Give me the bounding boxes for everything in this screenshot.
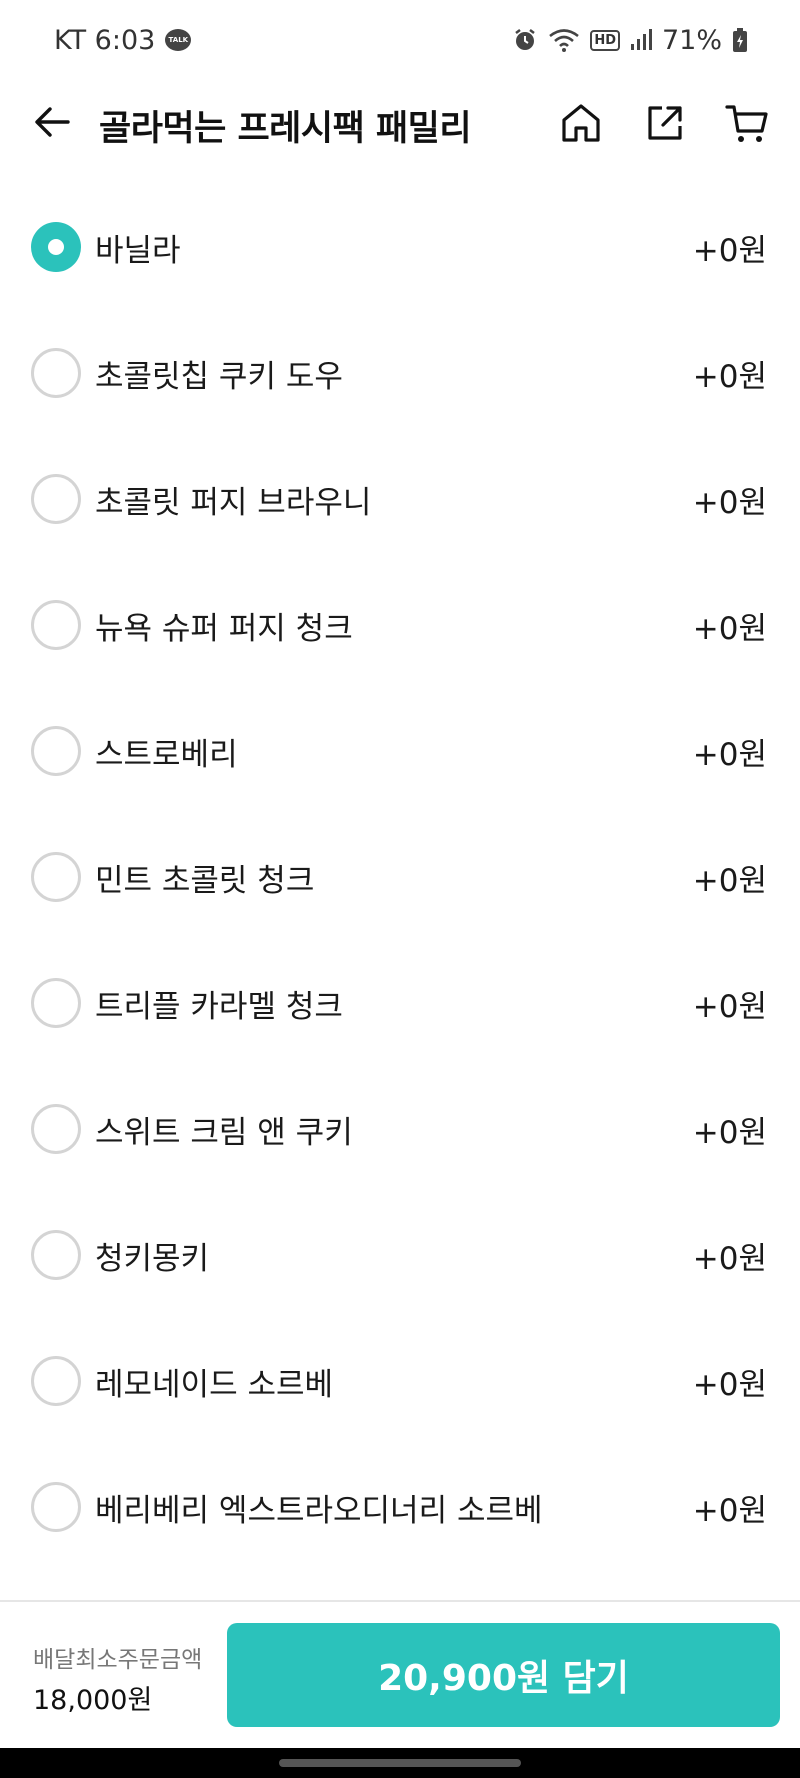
flavor-option[interactable]: 청키몽키 +0원 [0, 1191, 800, 1317]
flavor-option[interactable]: 스위트 크림 앤 쿠키 +0원 [0, 1065, 800, 1191]
battery-icon [732, 27, 748, 53]
radio-button[interactable] [31, 1482, 81, 1532]
option-label: 민트 초콜릿 청크 [95, 863, 315, 899]
option-label: 초콜릿 퍼지 브라우니 [95, 485, 372, 521]
flavor-option[interactable]: 트리플 카라멜 청크 +0원 [0, 939, 800, 1065]
system-nav-bar [0, 1748, 800, 1778]
status-left: KT 6:03 TALK [54, 24, 192, 56]
flavor-option[interactable]: 바닐라 +0원 [0, 183, 800, 309]
min-order-value: 18,000원 [33, 1685, 153, 1716]
radio-button[interactable] [31, 1104, 81, 1154]
option-price: +0원 [692, 863, 767, 899]
home-indicator[interactable] [279, 1759, 521, 1767]
flavor-option[interactable]: 초콜릿 퍼지 브라우니 +0원 [0, 435, 800, 561]
option-price: +0원 [692, 359, 767, 395]
option-price: +0원 [692, 1493, 767, 1529]
option-label: 초콜릿칩 쿠키 도우 [95, 359, 343, 395]
option-label: 청키몽키 [95, 1241, 210, 1277]
app-header: 골라먹는 프레시팩 패밀리 [0, 80, 800, 170]
share-icon [644, 102, 686, 148]
back-arrow-icon [32, 102, 72, 146]
option-label: 뉴욕 슈퍼 퍼지 청크 [95, 611, 353, 647]
status-right: HD 71% [512, 25, 748, 56]
back-button[interactable] [30, 102, 74, 146]
page-title: 골라먹는 프레시팩 패밀리 [99, 109, 472, 149]
option-price: +0원 [692, 1115, 767, 1151]
battery-percent: 71% [661, 24, 722, 56]
radio-button[interactable] [31, 852, 81, 902]
option-price: +0원 [692, 737, 767, 773]
option-label: 레모네이드 소르베 [95, 1367, 334, 1403]
option-price: +0원 [692, 485, 767, 521]
flavor-option[interactable]: 레모네이드 소르베 +0원 [0, 1317, 800, 1443]
option-price: +0원 [692, 233, 767, 269]
option-label: 베리베리 엑스트라오디너리 소르베 [95, 1493, 543, 1529]
radio-button[interactable] [31, 222, 81, 272]
flavor-option[interactable]: 초콜릿칩 쿠키 도우 +0원 [0, 309, 800, 435]
option-price: +0원 [692, 1367, 767, 1403]
signal-icon [630, 29, 652, 51]
radio-button[interactable] [31, 600, 81, 650]
alarm-icon [512, 27, 538, 53]
flavor-option-list: 바닐라 +0원 초콜릿칩 쿠키 도우 +0원 초콜릿 퍼지 브라우니 +0원 뉴… [0, 183, 800, 1569]
option-price: +0원 [692, 611, 767, 647]
option-label: 스위트 크림 앤 쿠키 [95, 1115, 353, 1151]
radio-button[interactable] [31, 726, 81, 776]
option-price: +0원 [692, 989, 767, 1025]
share-button[interactable] [640, 100, 690, 150]
flavor-option[interactable]: 스트로베리 +0원 [0, 687, 800, 813]
flavor-option[interactable]: 뉴욕 슈퍼 퍼지 청크 +0원 [0, 561, 800, 687]
home-icon [560, 102, 602, 148]
min-order-label: 배달최소주문금액 [33, 1647, 203, 1673]
flavor-option[interactable]: 베리베리 엑스트라오디너리 소르베 +0원 [0, 1443, 800, 1569]
home-button[interactable] [556, 100, 606, 150]
add-to-cart-button[interactable]: 20,900원 담기 [227, 1623, 780, 1727]
carrier-time: KT 6:03 [54, 24, 156, 56]
wifi-icon [548, 27, 580, 53]
flavor-option[interactable]: 민트 초콜릿 청크 +0원 [0, 813, 800, 939]
talk-icon: TALK [165, 29, 192, 51]
option-label: 트리플 카라멜 청크 [95, 989, 343, 1025]
hd-icon: HD [590, 29, 620, 51]
cart-button[interactable] [722, 100, 772, 150]
radio-button[interactable] [31, 348, 81, 398]
radio-button[interactable] [31, 474, 81, 524]
option-label: 스트로베리 [95, 737, 238, 773]
radio-button[interactable] [31, 978, 81, 1028]
option-price: +0원 [692, 1241, 767, 1277]
status-bar: KT 6:03 TALK HD 71% [0, 0, 800, 80]
radio-button[interactable] [31, 1230, 81, 1280]
option-label: 바닐라 [95, 233, 181, 269]
cart-icon [725, 101, 769, 149]
order-footer: 배달최소주문금액 18,000원 20,900원 담기 [0, 1600, 800, 1748]
radio-button[interactable] [31, 1356, 81, 1406]
